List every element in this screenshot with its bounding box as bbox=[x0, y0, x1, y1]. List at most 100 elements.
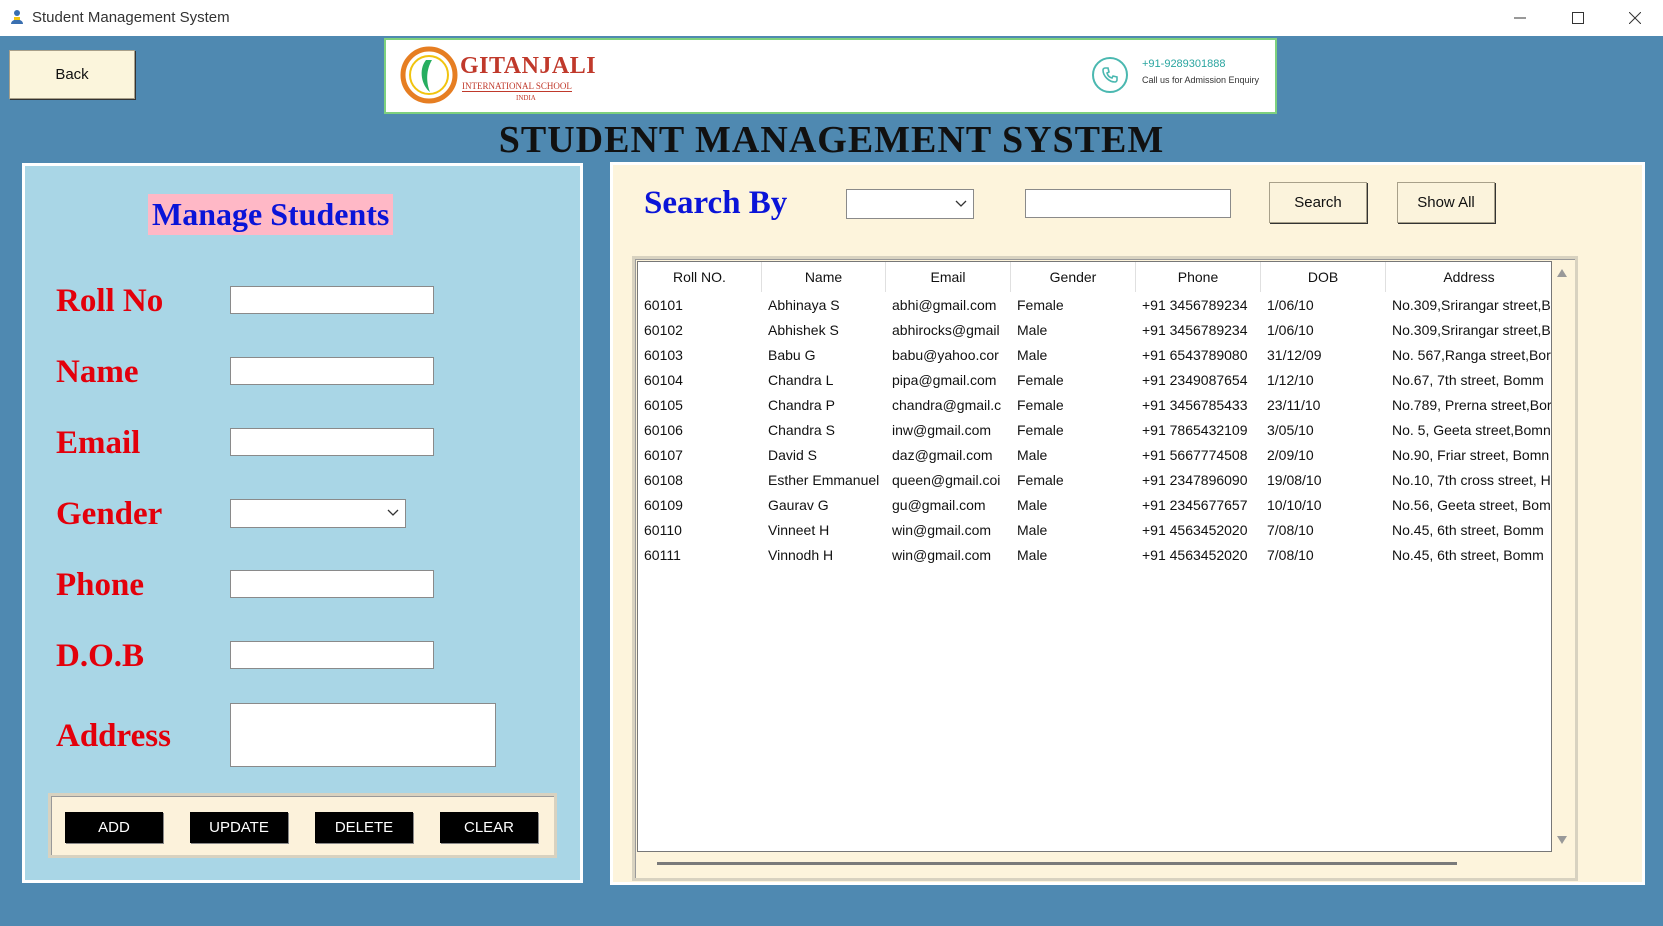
cell-dob: 1/12/10 bbox=[1267, 372, 1314, 388]
school-name: GITANJALI bbox=[460, 53, 597, 79]
cell-gender: Female bbox=[1017, 372, 1064, 388]
dob-input[interactable] bbox=[230, 641, 434, 669]
vertical-scrollbar[interactable] bbox=[1553, 261, 1571, 852]
school-logo-icon bbox=[400, 46, 458, 104]
table-row[interactable]: 60108 Esther Emmanuel queen@gmail.coi Fe… bbox=[638, 468, 1551, 493]
delete-button[interactable]: DELETE bbox=[315, 812, 413, 843]
school-banner: GITANJALI INTERNATIONAL SCHOOL INDIA +91… bbox=[384, 38, 1277, 114]
add-button[interactable]: ADD bbox=[65, 812, 163, 843]
student-table[interactable]: Roll NO. Name Email Gender Phone DOB Add… bbox=[637, 261, 1552, 852]
cell-address: No.309,Srirangar street,B bbox=[1392, 297, 1551, 313]
search-input[interactable] bbox=[1025, 189, 1231, 218]
clear-button[interactable]: CLEAR bbox=[440, 812, 538, 843]
cell-name: Esther Emmanuel bbox=[768, 472, 880, 488]
column-header-roll-no[interactable]: Roll NO. bbox=[638, 262, 762, 292]
cell-phone: +91 4563452020 bbox=[1142, 547, 1248, 563]
email-label: Email bbox=[56, 425, 141, 461]
cell-dob: 2/09/10 bbox=[1267, 447, 1314, 463]
cell-roll-no: 60107 bbox=[644, 447, 683, 463]
column-header-address[interactable]: Address bbox=[1386, 262, 1551, 292]
cell-address: No. 567,Ranga street,Bor bbox=[1392, 347, 1551, 363]
horizontal-scrollbar[interactable] bbox=[637, 855, 1552, 873]
cell-roll-no: 60108 bbox=[644, 472, 683, 488]
cell-roll-no: 60104 bbox=[644, 372, 683, 388]
table-row[interactable]: 60109 Gaurav G gu@gmail.com Male +91 234… bbox=[638, 493, 1551, 518]
cell-address: No.789, Prerna street,Bor bbox=[1392, 397, 1552, 413]
email-input[interactable] bbox=[230, 428, 434, 456]
table-row[interactable]: 60106 Chandra S inw@gmail.com Female +91… bbox=[638, 418, 1551, 443]
action-button-bar: ADD UPDATE DELETE CLEAR bbox=[48, 793, 557, 858]
cell-dob: 3/05/10 bbox=[1267, 422, 1314, 438]
column-header-phone[interactable]: Phone bbox=[1136, 262, 1261, 292]
gender-select[interactable] bbox=[230, 499, 406, 528]
table-row[interactable]: 60102 Abhishek S abhirocks@gmail Male +9… bbox=[638, 318, 1551, 343]
name-label: Name bbox=[56, 354, 139, 390]
cell-roll-no: 60101 bbox=[644, 297, 683, 313]
name-input[interactable] bbox=[230, 357, 434, 385]
cell-roll-no: 60103 bbox=[644, 347, 683, 363]
cell-address: No.67, 7th street, Bomm bbox=[1392, 372, 1544, 388]
cell-dob: 31/12/09 bbox=[1267, 347, 1322, 363]
phone-icon bbox=[1092, 57, 1128, 93]
table-row[interactable]: 60101 Abhinaya S abhi@gmail.com Female +… bbox=[638, 293, 1551, 318]
phone-label: Phone bbox=[56, 567, 145, 603]
phone-input[interactable] bbox=[230, 570, 434, 598]
cell-phone: +91 3456785433 bbox=[1142, 397, 1248, 413]
address-textarea[interactable] bbox=[230, 703, 496, 767]
cell-dob: 1/06/10 bbox=[1267, 322, 1314, 338]
scroll-up-arrow-icon[interactable] bbox=[1557, 269, 1567, 277]
cell-email: abhirocks@gmail bbox=[892, 322, 1000, 338]
address-label: Address bbox=[56, 718, 171, 754]
cell-name: Babu G bbox=[768, 347, 816, 363]
cell-address: No.10, 7th cross street, H bbox=[1392, 472, 1551, 488]
table-row[interactable]: 60110 Vinneet H win@gmail.com Male +91 4… bbox=[638, 518, 1551, 543]
cell-email: queen@gmail.coi bbox=[892, 472, 1001, 488]
table-body: 60101 Abhinaya S abhi@gmail.com Female +… bbox=[638, 293, 1552, 568]
cell-phone: +91 3456789234 bbox=[1142, 322, 1248, 338]
horizontal-scroll-thumb[interactable] bbox=[657, 862, 1457, 865]
cell-phone: +91 6543789080 bbox=[1142, 347, 1248, 363]
table-row[interactable]: 60103 Babu G babu@yahoo.cor Male +91 654… bbox=[638, 343, 1551, 368]
student-list-panel: Search By Search Show All Roll NO. Name … bbox=[610, 162, 1645, 885]
column-header-gender[interactable]: Gender bbox=[1011, 262, 1136, 292]
table-row[interactable]: 60107 David S daz@gmail.com Male +91 566… bbox=[638, 443, 1551, 468]
update-button[interactable]: UPDATE bbox=[190, 812, 288, 843]
cell-email: daz@gmail.com bbox=[892, 447, 993, 463]
cell-dob: 23/11/10 bbox=[1267, 397, 1321, 413]
cell-email: babu@yahoo.cor bbox=[892, 347, 999, 363]
close-icon bbox=[1629, 12, 1641, 24]
roll-no-input[interactable] bbox=[230, 286, 434, 314]
cell-name: Vinneet H bbox=[768, 522, 830, 538]
cell-roll-no: 60102 bbox=[644, 322, 683, 338]
show-all-button[interactable]: Show All bbox=[1397, 182, 1495, 223]
minimize-button[interactable] bbox=[1491, 0, 1549, 36]
school-subtitle: INTERNATIONAL SCHOOL bbox=[462, 81, 572, 92]
maximize-button[interactable] bbox=[1549, 0, 1607, 36]
cell-dob: 19/08/10 bbox=[1267, 472, 1322, 488]
scroll-down-arrow-icon[interactable] bbox=[1557, 836, 1567, 844]
search-button[interactable]: Search bbox=[1269, 182, 1367, 223]
table-row[interactable]: 60111 Vinnodh H win@gmail.com Male +91 4… bbox=[638, 543, 1551, 568]
chevron-down-icon bbox=[955, 200, 967, 207]
cell-email: win@gmail.com bbox=[892, 547, 992, 563]
cell-address: No.56, Geeta street, Bom bbox=[1392, 497, 1551, 513]
cell-email: win@gmail.com bbox=[892, 522, 992, 538]
close-button[interactable] bbox=[1606, 0, 1663, 36]
column-header-dob[interactable]: DOB bbox=[1261, 262, 1386, 292]
cell-dob: 7/08/10 bbox=[1267, 522, 1314, 538]
cell-phone: +91 3456789234 bbox=[1142, 297, 1248, 313]
search-by-select[interactable] bbox=[846, 189, 974, 219]
table-row[interactable]: 60105 Chandra P chandra@gmail.c Female +… bbox=[638, 393, 1552, 418]
table-row[interactable]: 60104 Chandra L pipa@gmail.com Female +9… bbox=[638, 368, 1551, 393]
back-button[interactable]: Back bbox=[9, 50, 135, 99]
table-header: Roll NO. Name Email Gender Phone DOB Add… bbox=[638, 262, 1551, 292]
cell-dob: 10/10/10 bbox=[1267, 497, 1322, 513]
roll-no-label: Roll No bbox=[56, 283, 164, 319]
cell-gender: Male bbox=[1017, 447, 1048, 463]
column-header-email[interactable]: Email bbox=[886, 262, 1011, 292]
cell-gender: Female bbox=[1017, 297, 1064, 313]
column-header-name[interactable]: Name bbox=[762, 262, 886, 292]
cell-phone: +91 4563452020 bbox=[1142, 522, 1248, 538]
cell-address: No. 5, Geeta street,Bomn bbox=[1392, 422, 1551, 438]
cell-phone: +91 2347896090 bbox=[1142, 472, 1248, 488]
